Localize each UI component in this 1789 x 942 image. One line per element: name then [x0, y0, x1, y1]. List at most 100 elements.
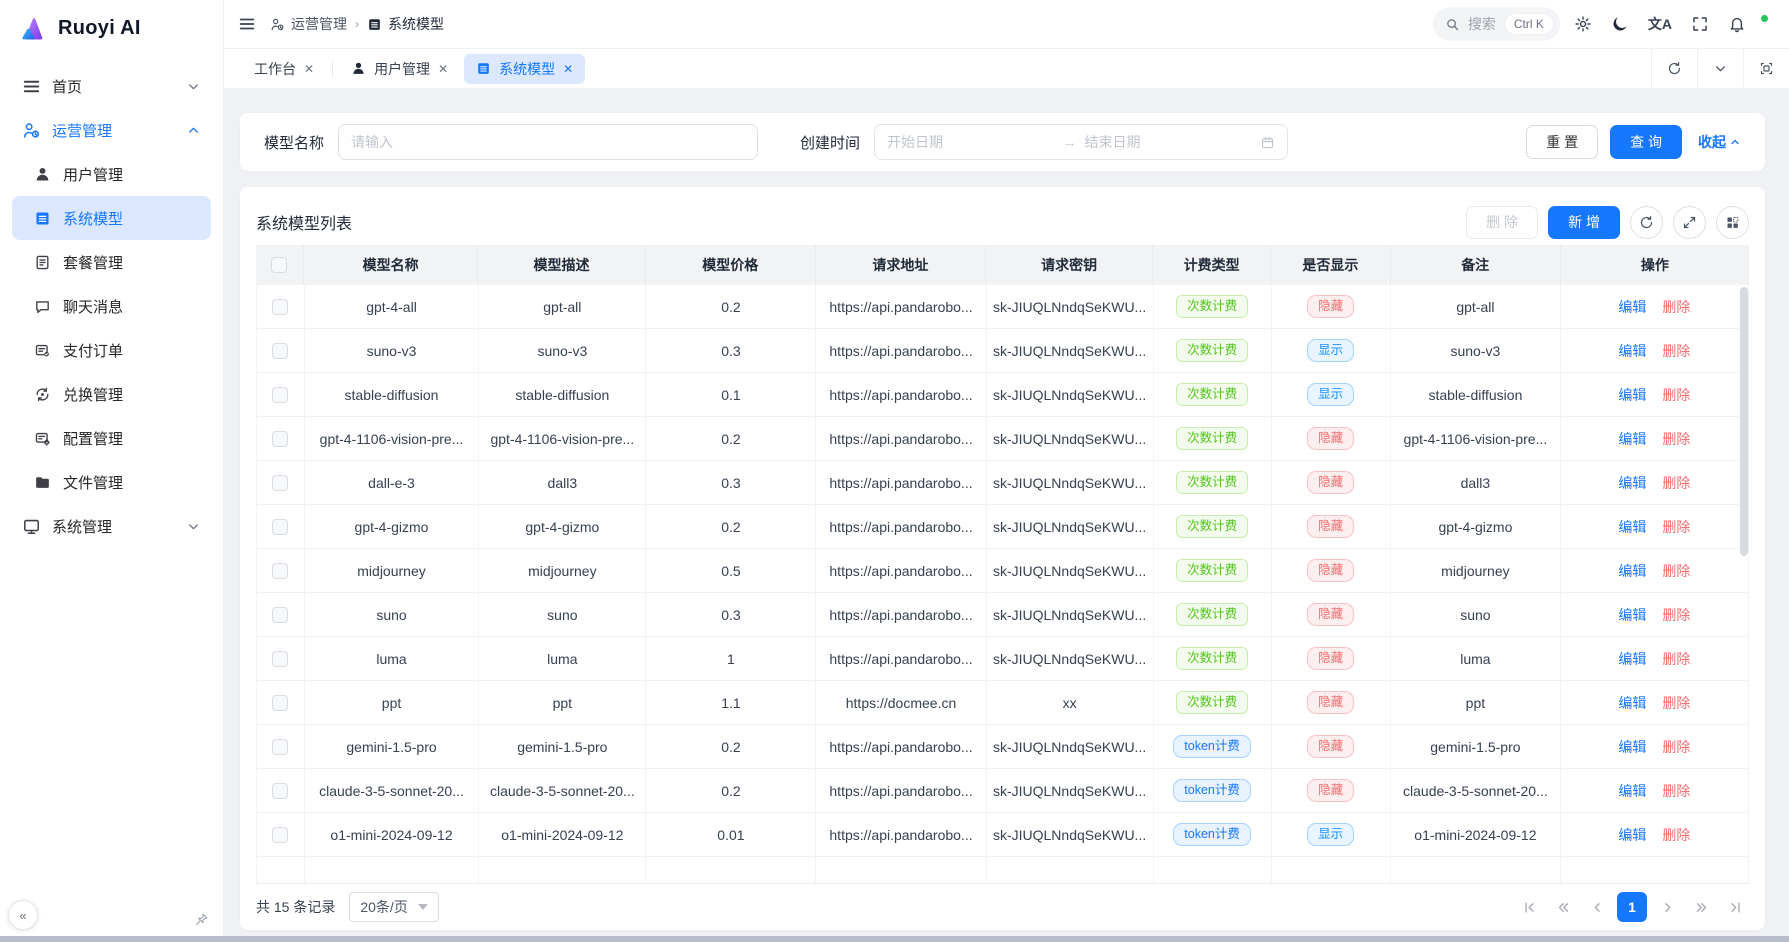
table-row[interactable]: luma luma 1 https://api.pandarobo... sk-…: [256, 637, 1749, 681]
edit-link[interactable]: 编辑: [1618, 561, 1646, 581]
select-all-checkbox[interactable]: [271, 257, 287, 273]
visibility-badge[interactable]: 显示: [1307, 383, 1354, 406]
delete-button[interactable]: 删 除: [1466, 206, 1538, 239]
delete-link[interactable]: 删除: [1662, 473, 1690, 493]
column-settings-button[interactable]: [1716, 206, 1749, 239]
edit-link[interactable]: 编辑: [1618, 517, 1646, 537]
sidebar-item-files[interactable]: 文件管理: [12, 460, 211, 504]
delete-link[interactable]: 删除: [1662, 649, 1690, 669]
delete-link[interactable]: 删除: [1662, 385, 1690, 405]
date-range-picker[interactable]: 开始日期 → 结束日期: [874, 124, 1288, 160]
delete-link[interactable]: 删除: [1662, 341, 1690, 361]
visibility-badge[interactable]: 隐藏: [1307, 515, 1354, 538]
delete-link[interactable]: 删除: [1662, 737, 1690, 757]
table-row[interactable]: claude-3-5-sonnet-20... claude-3-5-sonne…: [256, 769, 1749, 813]
table-fullscreen-button[interactable]: [1673, 206, 1706, 239]
row-checkbox[interactable]: [272, 475, 288, 491]
sidebar-item-chat-messages[interactable]: 聊天消息: [12, 284, 211, 328]
table-row[interactable]: stable-diffusion stable-diffusion 0.1 ht…: [256, 373, 1749, 417]
table-scrollbar-thumb[interactable]: [1740, 287, 1748, 556]
search-input[interactable]: 搜索 Ctrl K: [1433, 7, 1560, 41]
reset-button[interactable]: 重 置: [1526, 125, 1598, 159]
sidebar-item-payment-orders[interactable]: 支付订单: [12, 328, 211, 372]
visibility-badge[interactable]: 隐藏: [1307, 427, 1354, 450]
edit-link[interactable]: 编辑: [1618, 737, 1646, 757]
prev-5-pages-button[interactable]: [1549, 893, 1577, 921]
tab-workbench[interactable]: 工作台 ✕: [242, 54, 326, 84]
edit-link[interactable]: 编辑: [1618, 297, 1646, 317]
sidebar-item-redeem[interactable]: 兑换管理: [12, 372, 211, 416]
table-row[interactable]: suno suno 0.3 https://api.pandarobo... s…: [256, 593, 1749, 637]
delete-link[interactable]: 删除: [1662, 517, 1690, 537]
visibility-badge[interactable]: 隐藏: [1307, 559, 1354, 582]
row-checkbox[interactable]: [272, 519, 288, 535]
edit-link[interactable]: 编辑: [1618, 825, 1646, 845]
settings-gear-icon[interactable]: [1574, 15, 1592, 33]
visibility-badge[interactable]: 隐藏: [1307, 603, 1354, 626]
row-checkbox[interactable]: [272, 343, 288, 359]
current-page-button[interactable]: 1: [1617, 892, 1647, 922]
delete-link[interactable]: 删除: [1662, 561, 1690, 581]
pin-icon[interactable]: [194, 912, 209, 927]
visibility-badge[interactable]: 隐藏: [1307, 691, 1354, 714]
visibility-badge[interactable]: 隐藏: [1307, 735, 1354, 758]
content-fullscreen-button[interactable]: [1743, 49, 1789, 88]
tab-close-icon[interactable]: ✕: [438, 62, 448, 76]
table-row[interactable]: gpt-4-1106-vision-pre... gpt-4-1106-visi…: [256, 417, 1749, 461]
row-checkbox[interactable]: [272, 387, 288, 403]
sidebar-item-system-models[interactable]: 系统模型: [12, 196, 211, 240]
row-checkbox[interactable]: [272, 299, 288, 315]
breadcrumb-item-operations[interactable]: 运营管理: [270, 14, 347, 34]
edit-link[interactable]: 编辑: [1618, 429, 1646, 449]
last-page-button[interactable]: [1721, 893, 1749, 921]
sidebar-item-config[interactable]: 配置管理: [12, 416, 211, 460]
row-checkbox[interactable]: [272, 431, 288, 447]
table-row[interactable]: ppt ppt 1.1 https://docmee.cn xx 次数计费 隐藏…: [256, 681, 1749, 725]
edit-link[interactable]: 编辑: [1618, 605, 1646, 625]
sidebar-item-packages[interactable]: 套餐管理: [12, 240, 211, 284]
sidebar-item-users[interactable]: 用户管理: [12, 152, 211, 196]
edit-link[interactable]: 编辑: [1618, 385, 1646, 405]
visibility-badge[interactable]: 隐藏: [1307, 647, 1354, 670]
first-page-button[interactable]: [1515, 893, 1543, 921]
breadcrumb-item-system-models[interactable]: 系统模型: [367, 14, 444, 34]
page-size-select[interactable]: 20条/页: [349, 892, 438, 922]
search-button[interactable]: 查 询: [1610, 125, 1682, 159]
sidebar-item-system-management[interactable]: 系统管理: [12, 504, 211, 548]
table-row[interactable]: gpt-4-all gpt-all 0.2 https://api.pandar…: [256, 285, 1749, 329]
table-row[interactable]: suno-v3 suno-v3 0.3 https://api.pandarob…: [256, 329, 1749, 373]
fullscreen-icon[interactable]: [1691, 15, 1709, 33]
tab-close-icon[interactable]: ✕: [563, 62, 573, 76]
table-row[interactable]: midjourney midjourney 0.5 https://api.pa…: [256, 549, 1749, 593]
add-button[interactable]: 新 增: [1548, 206, 1620, 239]
next-page-button[interactable]: [1653, 893, 1681, 921]
row-checkbox[interactable]: [272, 827, 288, 843]
delete-link[interactable]: 删除: [1662, 781, 1690, 801]
edit-link[interactable]: 编辑: [1618, 473, 1646, 493]
tab-menu-chevron-button[interactable]: [1697, 49, 1743, 88]
prev-page-button[interactable]: [1583, 893, 1611, 921]
row-checkbox[interactable]: [272, 695, 288, 711]
visibility-badge[interactable]: 显示: [1307, 339, 1354, 362]
tab-users[interactable]: 用户管理 ✕: [339, 54, 460, 84]
dark-mode-moon-icon[interactable]: [1611, 15, 1629, 33]
language-translate-icon[interactable]: 文A: [1648, 14, 1672, 34]
row-checkbox[interactable]: [272, 607, 288, 623]
tab-close-icon[interactable]: ✕: [304, 62, 314, 76]
delete-link[interactable]: 删除: [1662, 605, 1690, 625]
edit-link[interactable]: 编辑: [1618, 693, 1646, 713]
visibility-badge[interactable]: 隐藏: [1307, 779, 1354, 802]
table-refresh-button[interactable]: [1630, 206, 1663, 239]
sidebar-toggle-button[interactable]: [238, 15, 256, 33]
row-checkbox[interactable]: [272, 563, 288, 579]
edit-link[interactable]: 编辑: [1618, 781, 1646, 801]
collapse-filter-link[interactable]: 收起: [1698, 132, 1741, 152]
table-row[interactable]: gpt-4-gizmo gpt-4-gizmo 0.2 https://api.…: [256, 505, 1749, 549]
visibility-badge[interactable]: 隐藏: [1307, 471, 1354, 494]
row-checkbox[interactable]: [272, 783, 288, 799]
sidebar-item-home[interactable]: 首页: [12, 64, 211, 108]
brand[interactable]: Ruoyi AI: [0, 0, 223, 56]
visibility-badge[interactable]: 隐藏: [1307, 295, 1354, 318]
edit-link[interactable]: 编辑: [1618, 649, 1646, 669]
visibility-badge[interactable]: 显示: [1307, 823, 1354, 846]
